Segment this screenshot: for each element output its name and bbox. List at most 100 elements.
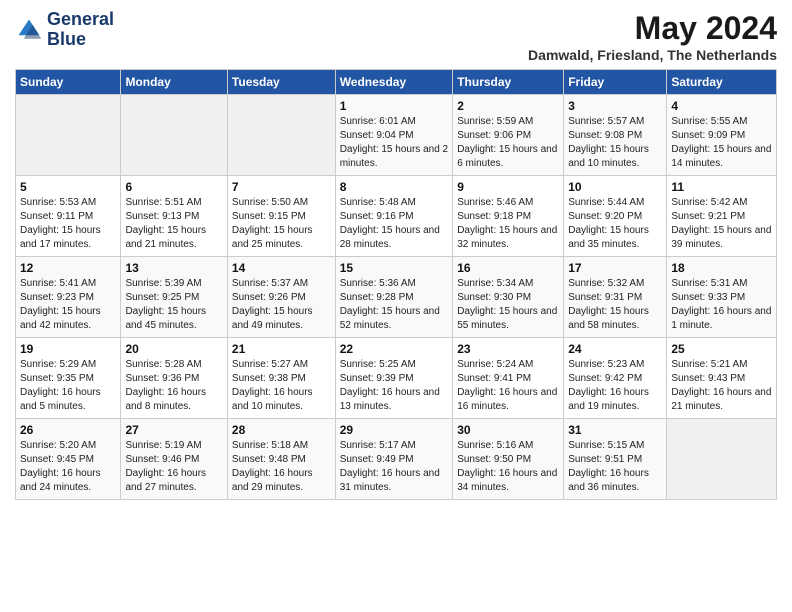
calendar-cell: 25 Sunrise: 5:21 AMSunset: 9:43 PMDayligh… [667,338,777,419]
calendar-cell [121,95,227,176]
calendar-cell: 19 Sunrise: 5:29 AMSunset: 9:35 PMDayligh… [16,338,121,419]
day-info: Sunrise: 5:48 AMSunset: 9:16 PMDaylight:… [340,196,449,252]
weekday-header-cell: Saturday [667,70,777,95]
day-info: Sunrise: 5:57 AMSunset: 9:08 PMDaylight:… [568,115,662,171]
day-info: Sunrise: 5:17 AMSunset: 9:49 PMDaylight:… [340,439,449,495]
day-number: 2 [457,99,559,113]
day-info: Sunrise: 5:41 AMSunset: 9:23 PMDaylight:… [20,277,116,333]
day-info: Sunrise: 5:25 AMSunset: 9:39 PMDaylight:… [340,358,449,414]
day-info: Sunrise: 5:32 AMSunset: 9:31 PMDaylight:… [568,277,662,333]
calendar-cell: 24Sunrise: 5:23 AMSunset: 9:42 PMDayligh… [564,338,667,419]
day-info: Sunrise: 5:16 AMSunset: 9:50 PMDaylight:… [457,439,559,495]
day-info: Sunrise: 5:29 AMSunset: 9:35 PMDaylight:… [20,358,116,414]
calendar-cell: 3 Sunrise: 5:57 AMSunset: 9:08 PMDaylight… [564,95,667,176]
calendar-week-row: 12Sunrise: 5:41 AMSunset: 9:23 PMDayligh… [16,257,777,338]
calendar-cell [227,95,335,176]
calendar-week-row: 26 Sunrise: 5:20 AMSunset: 9:45 PMDayligh… [16,419,777,500]
logo: General Blue [15,10,114,50]
day-info: Sunrise: 5:44 AMSunset: 9:20 PMDaylight:… [568,196,662,252]
calendar-body: 1 Sunrise: 6:01 AMSunset: 9:04 PMDaylight… [16,95,777,500]
weekday-header-cell: Thursday [453,70,564,95]
day-number: 8 [340,180,449,194]
title-block: May 2024 Damwald, Friesland, The Netherl… [528,10,777,63]
day-number: 29 [340,423,449,437]
day-info: Sunrise: 5:20 AMSunset: 9:45 PMDaylight:… [20,439,116,495]
day-number: 31 [568,423,662,437]
calendar-cell: 2 Sunrise: 5:59 AMSunset: 9:06 PMDaylight… [453,95,564,176]
day-number: 27 [125,423,222,437]
weekday-header-row: SundayMondayTuesdayWednesdayThursdayFrid… [16,70,777,95]
day-info: Sunrise: 5:21 AMSunset: 9:43 PMDaylight:… [671,358,772,414]
day-info: Sunrise: 5:37 AMSunset: 9:26 PMDaylight:… [232,277,331,333]
day-number: 11 [671,180,772,194]
logo-text: General Blue [47,10,114,50]
calendar-cell [667,419,777,500]
subtitle: Damwald, Friesland, The Netherlands [528,47,777,63]
day-number: 13 [125,261,222,275]
day-number: 26 [20,423,116,437]
calendar-cell: 10 Sunrise: 5:44 AMSunset: 9:20 PMDayligh… [564,176,667,257]
day-number: 16 [457,261,559,275]
day-info: Sunrise: 6:01 AMSunset: 9:04 PMDaylight:… [340,115,449,171]
weekday-header-cell: Wednesday [335,70,453,95]
weekday-header-cell: Monday [121,70,227,95]
calendar-table: SundayMondayTuesdayWednesdayThursdayFrid… [15,69,777,500]
day-info: Sunrise: 5:19 AMSunset: 9:46 PMDaylight:… [125,439,222,495]
calendar-cell: 12Sunrise: 5:41 AMSunset: 9:23 PMDayligh… [16,257,121,338]
day-number: 30 [457,423,559,437]
day-info: Sunrise: 5:18 AMSunset: 9:48 PMDaylight:… [232,439,331,495]
day-info: Sunrise: 5:34 AMSunset: 9:30 PMDaylight:… [457,277,559,333]
calendar-cell: 5 Sunrise: 5:53 AMSunset: 9:11 PMDaylight… [16,176,121,257]
calendar-cell: 29 Sunrise: 5:17 AMSunset: 9:49 PMDayligh… [335,419,453,500]
calendar-cell: 11 Sunrise: 5:42 AMSunset: 9:21 PMDayligh… [667,176,777,257]
day-number: 19 [20,342,116,356]
day-number: 9 [457,180,559,194]
day-number: 23 [457,342,559,356]
day-number: 17 [568,261,662,275]
day-info: Sunrise: 5:36 AMSunset: 9:28 PMDaylight:… [340,277,449,333]
calendar-cell: 9 Sunrise: 5:46 AMSunset: 9:18 PMDaylight… [453,176,564,257]
calendar-cell: 13Sunrise: 5:39 AMSunset: 9:25 PMDayligh… [121,257,227,338]
weekday-header-cell: Sunday [16,70,121,95]
day-info: Sunrise: 5:50 AMSunset: 9:15 PMDaylight:… [232,196,331,252]
calendar-week-row: 1 Sunrise: 6:01 AMSunset: 9:04 PMDaylight… [16,95,777,176]
day-number: 6 [125,180,222,194]
day-number: 10 [568,180,662,194]
calendar-cell: 26 Sunrise: 5:20 AMSunset: 9:45 PMDayligh… [16,419,121,500]
day-info: Sunrise: 5:51 AMSunset: 9:13 PMDaylight:… [125,196,222,252]
day-number: 21 [232,342,331,356]
day-number: 7 [232,180,331,194]
day-number: 18 [671,261,772,275]
weekday-header-cell: Friday [564,70,667,95]
day-number: 4 [671,99,772,113]
day-number: 25 [671,342,772,356]
day-info: Sunrise: 5:15 AMSunset: 9:51 PMDaylight:… [568,439,662,495]
day-info: Sunrise: 5:55 AMSunset: 9:09 PMDaylight:… [671,115,772,171]
day-info: Sunrise: 5:53 AMSunset: 9:11 PMDaylight:… [20,196,116,252]
main-title: May 2024 [528,10,777,47]
day-info: Sunrise: 5:59 AMSunset: 9:06 PMDaylight:… [457,115,559,171]
calendar-cell: 30 Sunrise: 5:16 AMSunset: 9:50 PMDayligh… [453,419,564,500]
day-number: 22 [340,342,449,356]
calendar-cell: 8 Sunrise: 5:48 AMSunset: 9:16 PMDaylight… [335,176,453,257]
day-number: 1 [340,99,449,113]
calendar-cell: 21 Sunrise: 5:27 AMSunset: 9:38 PMDayligh… [227,338,335,419]
calendar-cell: 28Sunrise: 5:18 AMSunset: 9:48 PMDayligh… [227,419,335,500]
day-number: 15 [340,261,449,275]
day-info: Sunrise: 5:42 AMSunset: 9:21 PMDaylight:… [671,196,772,252]
calendar-cell: 15 Sunrise: 5:36 AMSunset: 9:28 PMDayligh… [335,257,453,338]
calendar-week-row: 19 Sunrise: 5:29 AMSunset: 9:35 PMDayligh… [16,338,777,419]
calendar-cell: 7 Sunrise: 5:50 AMSunset: 9:15 PMDaylight… [227,176,335,257]
day-number: 14 [232,261,331,275]
day-number: 5 [20,180,116,194]
day-info: Sunrise: 5:31 AMSunset: 9:33 PMDaylight:… [671,277,772,333]
calendar-cell: 31 Sunrise: 5:15 AMSunset: 9:51 PMDayligh… [564,419,667,500]
day-info: Sunrise: 5:24 AMSunset: 9:41 PMDaylight:… [457,358,559,414]
calendar-cell: 16 Sunrise: 5:34 AMSunset: 9:30 PMDayligh… [453,257,564,338]
calendar-cell: 17 Sunrise: 5:32 AMSunset: 9:31 PMDayligh… [564,257,667,338]
logo-icon [15,16,43,44]
calendar-cell: 18 Sunrise: 5:31 AMSunset: 9:33 PMDayligh… [667,257,777,338]
day-info: Sunrise: 5:27 AMSunset: 9:38 PMDaylight:… [232,358,331,414]
day-number: 3 [568,99,662,113]
day-info: Sunrise: 5:46 AMSunset: 9:18 PMDaylight:… [457,196,559,252]
